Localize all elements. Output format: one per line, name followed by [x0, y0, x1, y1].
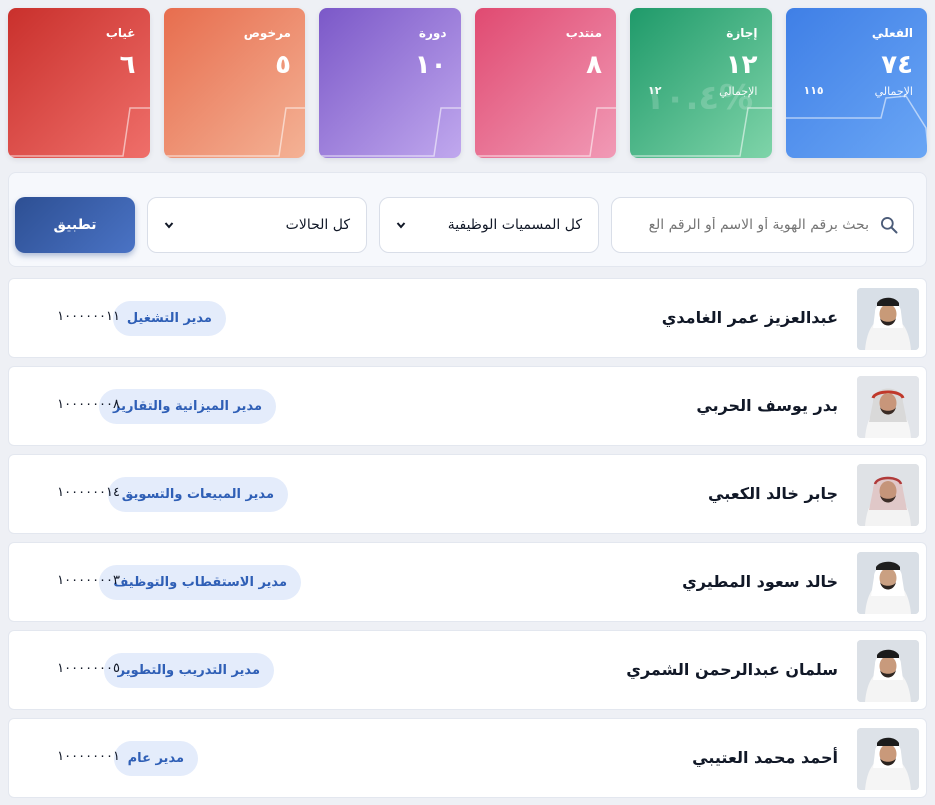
- employee-avatar: [857, 288, 919, 350]
- card-wave-decoration: [319, 107, 461, 158]
- card-wave-decoration: [630, 107, 772, 158]
- employee-name: سلمان عبدالرحمن الشمري: [626, 660, 838, 679]
- search-box[interactable]: [611, 197, 914, 253]
- chevron-down-icon: [396, 222, 406, 229]
- employee-name: خالد سعود المطيري: [682, 572, 838, 591]
- employee-avatar: [857, 552, 919, 614]
- employee-name: بدر يوسف الحربي: [696, 396, 838, 415]
- status-select-value: كل الحالات: [285, 217, 350, 233]
- employee-id: ١٠٠٠٠٠٠٠٣: [57, 573, 120, 588]
- employee-avatar: [857, 728, 919, 790]
- employee-row[interactable]: خالد سعود المطيري مدير الاستقطاب والتوظي…: [8, 542, 927, 622]
- employee-avatar: [857, 464, 919, 526]
- job-title-badge: مدير عام: [113, 741, 198, 776]
- job-title-badge: مدير التدريب والتطوير: [103, 653, 274, 688]
- employee-row[interactable]: جابر خالد الكعبي مدير المبيعات والتسويق …: [8, 454, 927, 534]
- job-title-badge: مدير التشغيل: [112, 301, 226, 336]
- employee-id: ١٠٠٠٠٠٠٠٥: [57, 661, 120, 676]
- employee-id: ١٠٠٠٠٠٠٠٨: [57, 397, 120, 412]
- search-icon: [881, 217, 898, 234]
- stat-card-course[interactable]: دورة ١٠: [319, 8, 461, 158]
- employee-row[interactable]: أحمد محمد العتيبي مدير عام ١٠٠٠٠٠٠٠١: [8, 718, 927, 798]
- stats-row: الفعلي ٧٤ الإجمالي ١١٥ إجازة ١٢ الإجمالي…: [8, 8, 927, 158]
- chevron-down-icon: [164, 222, 174, 229]
- employee-row[interactable]: سلمان عبدالرحمن الشمري مدير التدريب والت…: [8, 630, 927, 710]
- employee-avatar: [857, 640, 919, 702]
- job-title-select-value: كل المسميات الوظيفية: [447, 217, 582, 233]
- search-input[interactable]: [626, 217, 869, 233]
- employee-id: ١٠٠٠٠٠٠٠١: [57, 749, 120, 764]
- employee-name: عبدالعزيز عمر الغامدي: [661, 308, 838, 327]
- job-title-badge: مدير المبيعات والتسويق: [107, 477, 288, 512]
- employee-row[interactable]: عبدالعزيز عمر الغامدي مدير التشغيل ١٠٠٠٠…: [8, 278, 927, 358]
- apply-button[interactable]: تطبيق: [15, 197, 135, 253]
- employee-avatar: [857, 376, 919, 438]
- filter-bar: كل المسميات الوظيفية كل الحالات تطبيق: [8, 172, 927, 267]
- stat-card-leave[interactable]: إجازة ١٢ الإجمالي ١٢ %١٠.٤: [630, 8, 772, 158]
- job-title-badge: مدير الاستقطاب والتوظيف: [99, 565, 301, 600]
- employee-id: ١٠٠٠٠٠٠١٤: [57, 485, 120, 500]
- stat-card-absent[interactable]: غياب ٦: [8, 8, 150, 158]
- card-wave-decoration: [8, 107, 150, 158]
- employee-id: ١٠٠٠٠٠٠١١: [57, 309, 120, 324]
- card-wave-decoration: [474, 107, 616, 158]
- card-wave-decoration: [785, 95, 927, 151]
- job-title-badge: مدير الميزانية والتقارير: [99, 389, 276, 424]
- stat-card-delegated[interactable]: منتدب ٨: [474, 8, 616, 158]
- employee-name: أحمد محمد العتيبي: [692, 748, 838, 767]
- stat-card-permitted[interactable]: مرخوص ٥: [163, 8, 305, 158]
- status-select[interactable]: كل الحالات: [147, 197, 367, 253]
- employee-name: جابر خالد الكعبي: [708, 484, 838, 503]
- card-wave-decoration: [163, 107, 305, 158]
- stat-card-present[interactable]: الفعلي ٧٤ الإجمالي ١١٥: [785, 8, 927, 158]
- job-title-select[interactable]: كل المسميات الوظيفية: [379, 197, 599, 253]
- employee-row[interactable]: بدر يوسف الحربي مدير الميزانية والتقارير…: [8, 366, 927, 446]
